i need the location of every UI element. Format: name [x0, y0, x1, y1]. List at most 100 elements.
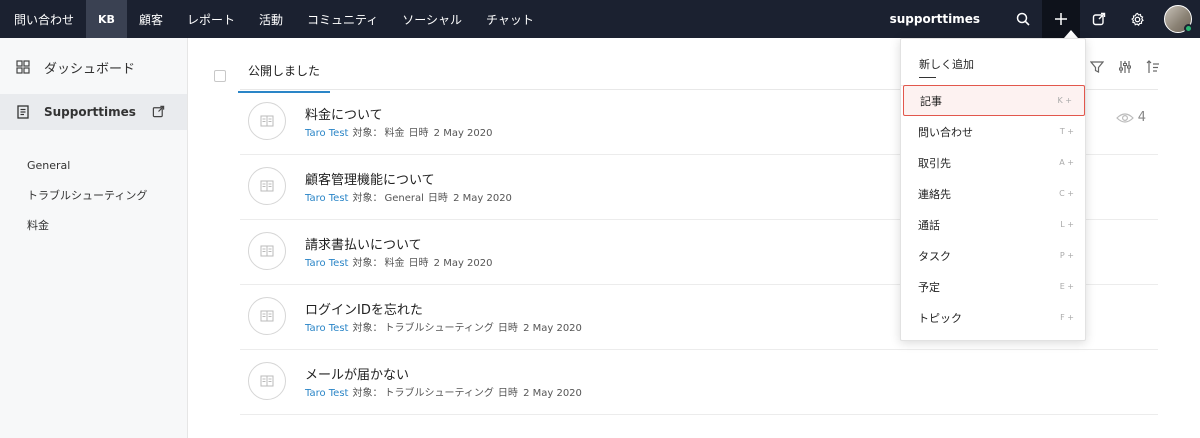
- article-author[interactable]: Taro Test: [305, 128, 348, 139]
- menu-item-label: 記事: [920, 94, 942, 108]
- date-label: 日時: [497, 323, 518, 334]
- menu-item-label: トピック: [918, 311, 962, 325]
- article-date: 2 May 2020: [433, 128, 493, 139]
- nav-customers[interactable]: 顧客: [127, 0, 175, 38]
- article-title[interactable]: 請求書払いについて: [305, 234, 422, 253]
- nav-inquiries[interactable]: 問い合わせ: [0, 0, 86, 38]
- menu-item-inquiry[interactable]: 問い合わせ T +: [902, 116, 1086, 147]
- article-icon: [248, 362, 286, 400]
- article-category: トラブルシューティング: [384, 388, 494, 399]
- dropdown-menu: 記事 K + 問い合わせ T + 取引先 A + 連絡先 C + 通話 L + …: [902, 85, 1086, 333]
- menu-item-article[interactable]: 記事 K +: [903, 85, 1085, 116]
- sliders-icon[interactable]: [1118, 60, 1132, 74]
- menu-item-task[interactable]: タスク P +: [902, 240, 1086, 271]
- filter-icon[interactable]: [1090, 60, 1104, 74]
- date-label: 日時: [497, 388, 518, 399]
- avatar[interactable]: [1164, 5, 1193, 33]
- article-icon: [248, 297, 286, 335]
- article-title[interactable]: ログインIDを忘れた: [305, 299, 423, 318]
- menu-item-contact[interactable]: 連絡先 C +: [902, 178, 1086, 209]
- menu-item-label: 取引先: [918, 156, 951, 170]
- nav-kb[interactable]: KB: [86, 0, 127, 38]
- external-link-icon[interactable]: [1080, 0, 1118, 38]
- date-label: 日時: [408, 258, 429, 269]
- add-new-dropdown: 新しく追加 記事 K + 問い合わせ T + 取引先 A + 連絡先 C + 通…: [900, 38, 1086, 341]
- top-navbar: 問い合わせ KB 顧客 レポート 活動 コミュニティ ソーシャル チャット su…: [0, 0, 1200, 38]
- sidebar-item-supporttimes[interactable]: Supporttimes: [0, 94, 187, 130]
- shortcut-key: L +: [1060, 220, 1074, 229]
- shortcut-key: E +: [1059, 282, 1074, 291]
- nav-social[interactable]: ソーシャル: [390, 0, 474, 38]
- list-item[interactable]: メールが届かない Taro Test 対象： トラブルシューティング 日時 2 May…: [240, 350, 1158, 415]
- brand-name[interactable]: supporttimes: [890, 12, 980, 26]
- online-status-dot: [1184, 24, 1193, 33]
- sort-icon[interactable]: [1146, 60, 1160, 74]
- grid-icon: [16, 60, 30, 74]
- shortcut-key: T +: [1059, 127, 1074, 136]
- article-title[interactable]: 顧客管理機能について: [305, 169, 435, 188]
- shortcut-key: F +: [1060, 313, 1074, 322]
- shortcut-key: P +: [1059, 251, 1074, 260]
- menu-item-label: 予定: [918, 280, 940, 294]
- article-meta: Taro Test 対象： 料金 日時 2 May 2020: [305, 254, 493, 269]
- category-label: 対象：: [352, 323, 383, 334]
- menu-item-label: 通話: [918, 218, 940, 232]
- tab-published[interactable]: 公開しました: [238, 58, 331, 93]
- view-count-value: 4: [1137, 110, 1146, 125]
- sidebar-item-label: ダッシュボード: [44, 61, 136, 77]
- date-label: 日時: [427, 193, 448, 204]
- sidebar-item-label: Supporttimes: [44, 105, 136, 119]
- menu-item-account[interactable]: 取引先 A +: [902, 147, 1086, 178]
- nav-activities[interactable]: 活動: [247, 0, 295, 38]
- category-label: 対象：: [352, 193, 383, 204]
- article-icon: [248, 102, 286, 140]
- menu-item-topic[interactable]: トピック F +: [902, 302, 1086, 333]
- external-link-icon[interactable]: [152, 105, 165, 118]
- article-category: 料金: [384, 128, 405, 139]
- divider: [919, 77, 936, 78]
- view-count: 4: [1115, 110, 1146, 125]
- menu-item-label: 連絡先: [918, 187, 951, 201]
- menu-item-label: 問い合わせ: [918, 125, 973, 139]
- select-all-checkbox[interactable]: [214, 69, 226, 82]
- dropdown-header: 新しく追加: [919, 58, 974, 71]
- nav-reports[interactable]: レポート: [175, 0, 247, 38]
- date-label: 日時: [408, 128, 429, 139]
- article-date: 2 May 2020: [453, 193, 512, 204]
- article-meta: Taro Test 対象： トラブルシューティング 日時 2 May 2020: [305, 384, 582, 399]
- shortcut-key: C +: [1059, 189, 1074, 198]
- tab-bar: 公開しました: [214, 58, 331, 93]
- article-author[interactable]: Taro Test: [305, 193, 348, 204]
- article-meta: Taro Test 対象： 料金 日時 2 May 2020: [305, 124, 493, 139]
- article-date: 2 May 2020: [523, 388, 582, 399]
- article-author[interactable]: Taro Test: [305, 323, 348, 334]
- article-title[interactable]: 料金について: [305, 104, 383, 123]
- article-meta: Taro Test 対象： General 日時 2 May 2020: [305, 189, 512, 204]
- category-label: 対象：: [352, 388, 383, 399]
- article-title[interactable]: メールが届かない: [305, 364, 409, 383]
- article-category: トラブルシューティング: [384, 323, 494, 334]
- sidebar-category-general[interactable]: General: [0, 150, 187, 180]
- article-category: General: [384, 193, 424, 204]
- dropdown-caret: [1064, 30, 1078, 38]
- article-category: 料金: [384, 258, 405, 269]
- article-meta: Taro Test 対象： トラブルシューティング 日時 2 May 2020: [305, 319, 582, 334]
- article-date: 2 May 2020: [523, 323, 582, 334]
- search-icon[interactable]: [1004, 0, 1042, 38]
- sidebar-category-troubleshooting[interactable]: トラブルシューティング: [0, 180, 187, 210]
- article-author[interactable]: Taro Test: [305, 388, 348, 399]
- nav-chat[interactable]: チャット: [474, 0, 546, 38]
- article-icon: [248, 232, 286, 270]
- menu-item-call[interactable]: 通話 L +: [902, 209, 1086, 240]
- document-icon: [17, 105, 29, 119]
- nav-community[interactable]: コミュニティ: [295, 0, 390, 38]
- main-nav: 問い合わせ KB 顧客 レポート 活動 コミュニティ ソーシャル チャット: [0, 0, 546, 38]
- shortcut-key: K +: [1057, 96, 1073, 105]
- article-author[interactable]: Taro Test: [305, 258, 348, 269]
- sidebar-item-dashboard[interactable]: ダッシュボード: [0, 40, 187, 94]
- menu-item-event[interactable]: 予定 E +: [902, 271, 1086, 302]
- eye-icon: [1115, 112, 1134, 123]
- sidebar: ダッシュボード Supporttimes General トラブルシューティング…: [0, 38, 188, 438]
- gear-icon[interactable]: [1118, 0, 1156, 38]
- sidebar-category-pricing[interactable]: 料金: [0, 210, 187, 240]
